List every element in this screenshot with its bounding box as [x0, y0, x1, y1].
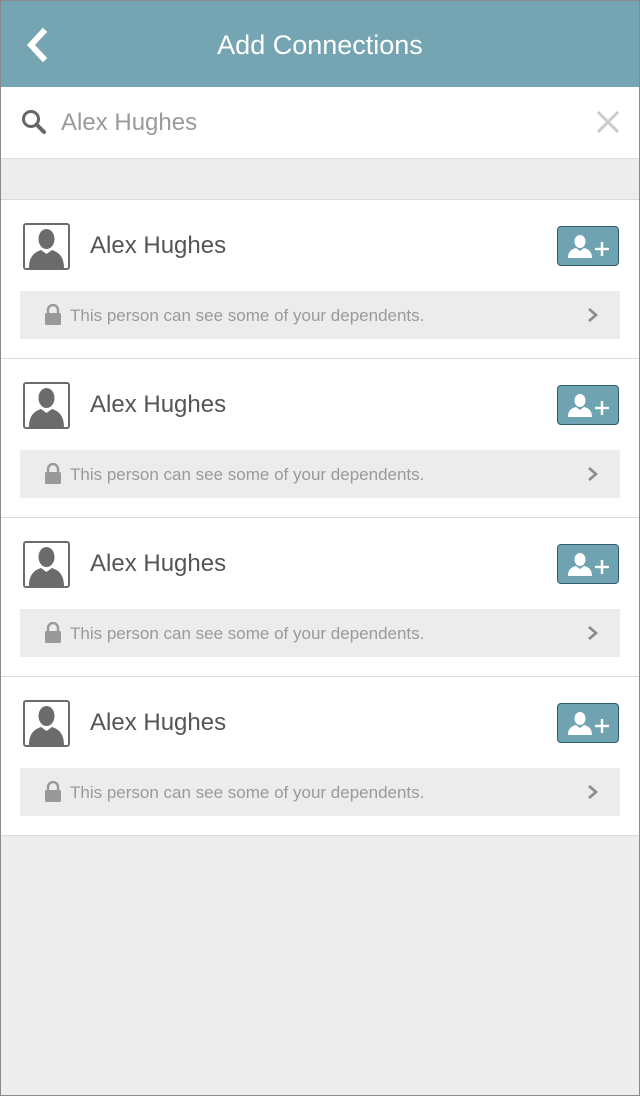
visibility-info-text: This person can see some of your depende… — [70, 306, 425, 325]
chevron-right-icon — [587, 466, 599, 487]
close-icon[interactable] — [595, 109, 621, 140]
add-user-icon — [558, 234, 618, 260]
person-silhouette-icon — [25, 543, 68, 586]
lock-icon — [44, 621, 62, 649]
person-name: Alex Hughes — [90, 550, 227, 577]
person-silhouette-icon — [25, 225, 68, 268]
connection-card: Alex Hughes This person can see some of … — [1, 359, 639, 518]
visibility-info-row[interactable]: This person can see some of your depende… — [20, 450, 620, 498]
lock-icon — [44, 303, 62, 331]
search-icon — [21, 109, 47, 140]
avatar — [23, 223, 70, 270]
avatar — [23, 541, 70, 588]
person-name: Alex Hughes — [90, 232, 227, 259]
add-user-icon — [558, 552, 618, 578]
add-connection-button[interactable] — [557, 703, 619, 743]
app-frame: Add Connections Alex Hughes Alex Hughes … — [0, 0, 640, 1096]
connection-card: Alex Hughes This person can see some of … — [1, 200, 639, 359]
connection-card: Alex Hughes This person can see some of … — [1, 677, 639, 836]
header-bar: Add Connections — [1, 1, 639, 87]
visibility-info-text: This person can see some of your depende… — [70, 783, 425, 802]
connection-list: Alex Hughes This person can see some of … — [1, 199, 639, 836]
chevron-right-icon — [587, 784, 599, 805]
visibility-info-row[interactable]: This person can see some of your depende… — [20, 291, 620, 339]
search-input[interactable] — [61, 105, 561, 141]
lock-icon — [44, 780, 62, 808]
person-name: Alex Hughes — [90, 391, 227, 418]
add-connection-button[interactable] — [557, 385, 619, 425]
person-name: Alex Hughes — [90, 709, 227, 736]
connection-card: Alex Hughes This person can see some of … — [1, 518, 639, 677]
page-title: Add Connections — [217, 30, 423, 60]
avatar — [23, 382, 70, 429]
visibility-info-text: This person can see some of your depende… — [70, 624, 425, 643]
add-connection-button[interactable] — [557, 544, 619, 584]
search-bar — [1, 87, 639, 159]
visibility-info-row[interactable]: This person can see some of your depende… — [20, 609, 620, 657]
person-silhouette-icon — [25, 702, 68, 745]
chevron-right-icon — [587, 625, 599, 646]
chevron-right-icon — [587, 307, 599, 328]
person-silhouette-icon — [25, 384, 68, 427]
visibility-info-text: This person can see some of your depende… — [70, 465, 425, 484]
add-user-icon — [558, 393, 618, 419]
avatar — [23, 700, 70, 747]
add-user-icon — [558, 711, 618, 737]
visibility-info-row[interactable]: This person can see some of your depende… — [20, 768, 620, 816]
add-connection-button[interactable] — [557, 226, 619, 266]
lock-icon — [44, 462, 62, 490]
